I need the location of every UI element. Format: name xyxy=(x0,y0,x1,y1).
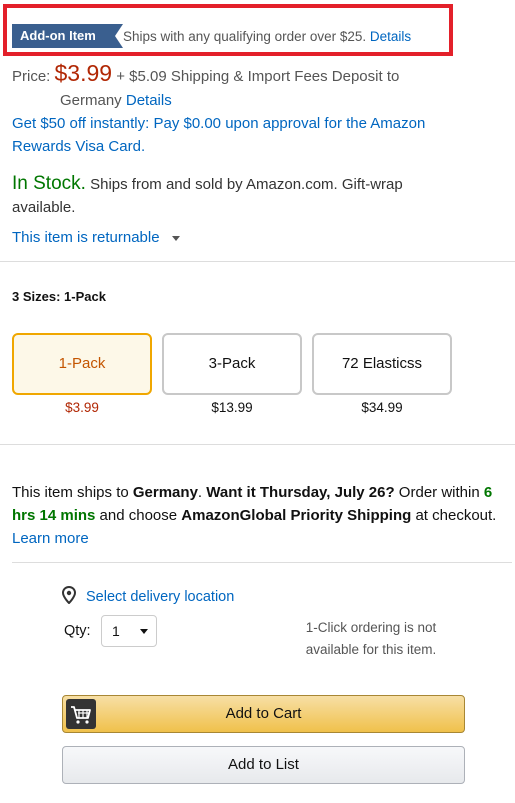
shipping-details-link[interactable]: Details xyxy=(126,92,172,109)
size-price-3-pack: $13.99 xyxy=(211,400,253,415)
size-option-1-pack[interactable]: 1-Pack xyxy=(12,333,152,395)
divider xyxy=(0,444,515,445)
ship-country: Germany xyxy=(132,484,198,501)
addon-description: Ships with any qualifying order over $25… xyxy=(123,29,411,44)
returnable-label: This item is returnable xyxy=(12,229,160,246)
rewards-promo-link[interactable]: Get $50 off instantly: Pay $0.00 upon ap… xyxy=(12,112,505,158)
caret-down-icon xyxy=(171,235,180,241)
oneclick-line2: available for this item. xyxy=(305,642,437,657)
select-delivery-location[interactable]: Select delivery location xyxy=(62,586,234,605)
location-pin-icon xyxy=(62,586,76,604)
stock-block: In Stock. Ships from and sold by Amazon.… xyxy=(12,172,505,219)
ship-text: Order within xyxy=(394,484,484,501)
add-to-cart-button[interactable]: Add to Cart xyxy=(62,695,465,733)
size-price-1-pack: $3.99 xyxy=(65,400,99,415)
cart-icon xyxy=(66,699,96,729)
quantity-value: 1 xyxy=(112,623,120,639)
chevron-down-icon xyxy=(140,629,148,634)
ship-text: This item ships to xyxy=(12,484,133,501)
add-to-cart-label: Add to Cart xyxy=(225,705,302,722)
divider xyxy=(12,562,512,563)
stock-text: Ships from and sold by Amazon.com. Gift-… xyxy=(90,176,403,193)
learn-more-link[interactable]: Learn more xyxy=(12,530,89,547)
divider xyxy=(0,261,515,262)
shipping-fees: + $5.09 Shipping & Import Fees Deposit t… xyxy=(116,68,400,85)
stock-text-2: available. xyxy=(12,199,76,216)
price-label: Price: xyxy=(12,68,51,85)
add-to-list-label: Add to List xyxy=(228,756,299,773)
shipping-destination: Germany xyxy=(60,92,122,109)
oneclick-notice: 1-Click ordering is not available for th… xyxy=(286,617,456,661)
price-block: Price: $3.99 + $5.09 Shipping & Import F… xyxy=(12,62,505,88)
promo-line2: Rewards Visa Card. xyxy=(12,138,146,155)
size-option-72-elastics[interactable]: 72 Elasticss xyxy=(312,333,452,395)
size-price-72-elastics: $34.99 xyxy=(361,400,403,415)
delivery-date: Want it Thursday, July 26? xyxy=(206,484,395,501)
add-to-list-button[interactable]: Add to List xyxy=(62,746,465,784)
qty-label: Qty: xyxy=(64,623,91,639)
shipping-info: This item ships to Germany. Want it Thur… xyxy=(12,481,507,550)
shipping-method: AmazonGlobal Priority Shipping xyxy=(181,507,412,524)
returnable-dropdown[interactable]: This item is returnable xyxy=(12,226,505,249)
ship-text: . xyxy=(197,484,207,501)
addon-item-badge: Add-on Item xyxy=(12,24,123,48)
addon-text: Ships with any qualifying order over $25… xyxy=(123,29,367,44)
sizes-title: 3 Sizes: 1-Pack xyxy=(12,289,106,304)
size-option-3-pack[interactable]: 3-Pack xyxy=(162,333,302,395)
addon-details-link[interactable]: Details xyxy=(370,29,411,44)
in-stock-status: In Stock. xyxy=(12,173,86,194)
quantity-select[interactable]: 1 xyxy=(101,615,157,647)
oneclick-line1: 1-Click ordering is not xyxy=(305,620,437,635)
promo-line1: Get $50 off instantly: Pay $0.00 upon ap… xyxy=(12,115,426,132)
price-amount: $3.99 xyxy=(54,60,113,86)
price-block-line2: Germany Details xyxy=(60,89,505,112)
ship-text: at checkout. xyxy=(411,507,497,524)
ship-text: and choose xyxy=(95,507,182,524)
select-location-label: Select delivery location xyxy=(86,589,235,605)
